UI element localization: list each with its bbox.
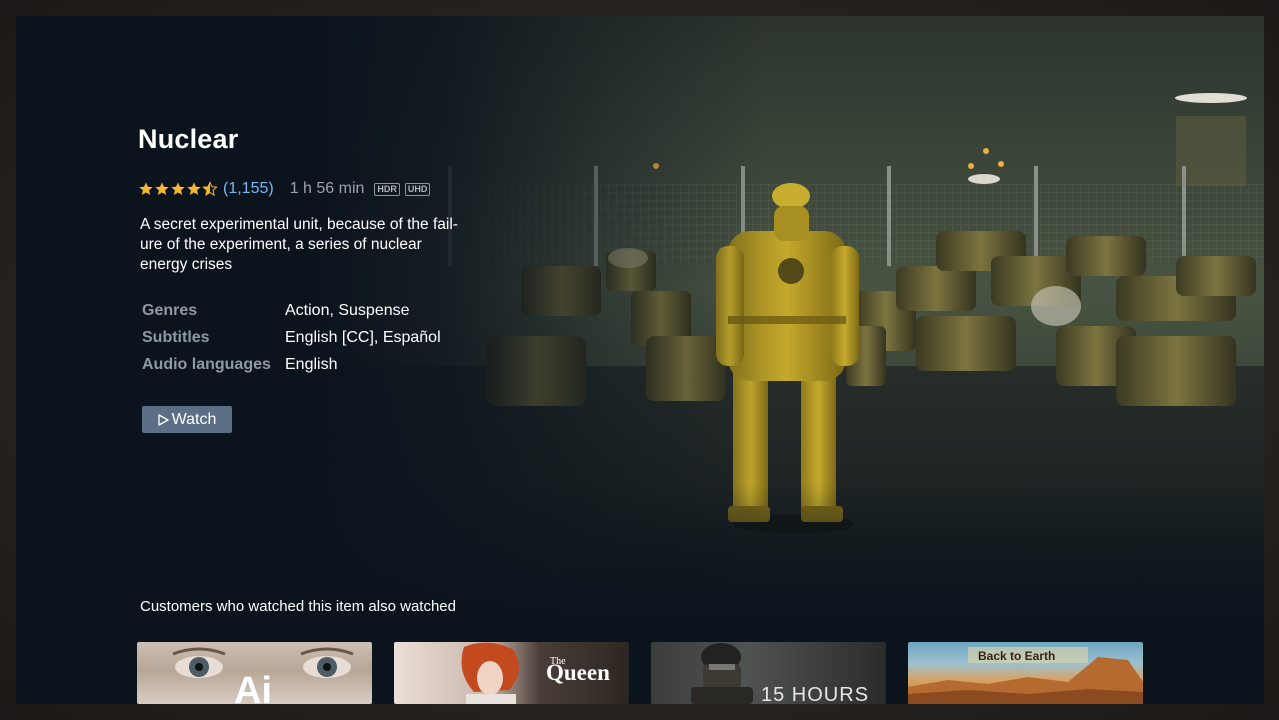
recommendations-heading: Customers who watched this item also wat… [140,598,456,615]
hdr-badge: HDR [374,182,400,196]
meta-row: (1,155) 1 h 56 min HDR UHD [138,179,431,199]
recommendations-row: Ai The Queen 15 HOURS Back to Earth [137,642,1165,704]
star-half-icon [202,181,218,197]
detail-page: Nuclear (1,155) 1 h 56 min HDR UHD A sec… [16,16,1264,704]
play-icon [157,413,169,426]
detail-value: English [CC], Español [285,328,441,346]
rating-count-link[interactable]: (1,155) [223,180,274,198]
synopsis-line: ure of the experiment, a series of nucle… [140,236,422,253]
recommendation-card[interactable]: Ai [137,642,372,704]
star-full-icon [155,182,169,195]
synopsis-line: A secret experimental unit, because of t… [140,216,458,233]
detail-row-subtitles: Subtitles English [CC], Español [142,324,441,351]
star-full-icon [139,182,153,195]
card-title: 15 HOURS [761,684,870,704]
star-full-icon [187,182,201,195]
page-title: Nuclear [138,124,239,154]
detail-value: Action, Suspense [285,301,410,319]
duration: 1 h 56 min [289,180,365,197]
recommendation-card[interactable]: 15 HOURS [651,642,886,704]
detail-row-audio-languages: Audio languages English [142,351,441,378]
detail-value: English [285,355,338,373]
detail-row-genres: Genres Action, Suspense [142,297,441,324]
detail-key: Subtitles [142,328,210,346]
star-rating [138,181,218,197]
watch-button[interactable]: Watch [142,406,232,433]
synopsis-line: energy crises [140,256,233,273]
tv-bezel: Nuclear (1,155) 1 h 56 min HDR UHD A sec… [0,0,1279,720]
watch-button-label: Watch [171,410,217,428]
recommendation-card[interactable]: The Queen [394,642,629,704]
card-title: Queen [546,660,610,685]
detail-key: Genres [142,301,198,319]
details-list: Genres Action, Suspense Subtitles Englis… [142,297,441,378]
card-title: Ai [234,670,272,704]
star-full-icon [171,182,185,195]
recommendation-card[interactable]: Back to Earth [908,642,1143,704]
uhd-badge: UHD [404,182,431,196]
card-title: Back to Earth [978,649,1056,663]
synopsis: A secret experimental unit, because of t… [140,215,480,275]
detail-key: Audio languages [142,355,271,373]
